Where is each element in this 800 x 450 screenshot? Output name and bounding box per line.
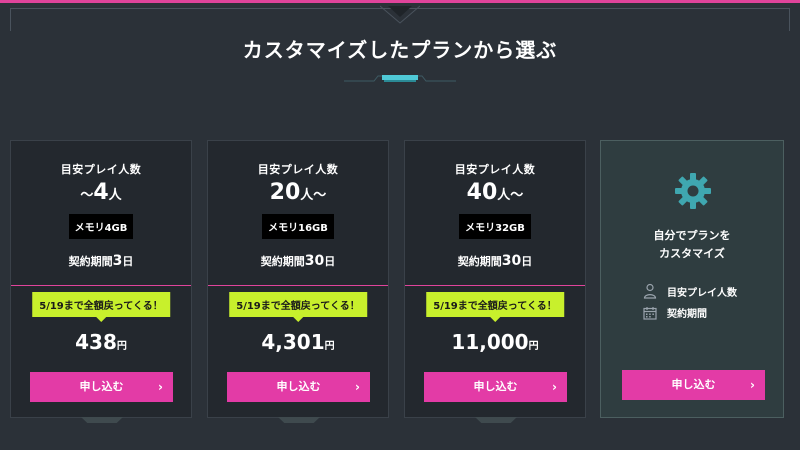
apply-button[interactable]: 申し込む ›	[424, 372, 567, 402]
chevron-right-icon: ›	[158, 380, 163, 394]
section-heading: カスタマイズしたプランから選ぶ	[242, 38, 558, 62]
custom-plan-title: 自分でプランを カスタマイズ	[653, 229, 731, 260]
player-count: 40人〜	[466, 180, 524, 205]
calendar-icon	[643, 306, 657, 320]
chevron-right-icon: ›	[355, 380, 360, 394]
custom-plan-card: 自分でプランを カスタマイズ 目安プレイ人数 契約期間 申し込む ›	[600, 140, 784, 418]
memory-badge: メモリ16GB	[262, 214, 334, 239]
apply-button[interactable]: 申し込む ›	[30, 372, 173, 402]
card-tab	[278, 417, 320, 423]
campaign-badge: 5/19まで全額戻ってくる！	[229, 292, 367, 322]
player-count-label: 目安プレイ人数	[257, 163, 339, 176]
header-notch-icon	[380, 5, 420, 24]
player-count: 20人〜	[269, 180, 327, 205]
contract-term-row: 契約期間	[643, 305, 707, 320]
chevron-right-icon: ›	[552, 380, 557, 394]
plan-card: 目安プレイ人数 40人〜 メモリ32GB 契約期間30日 5/19まで全額戻って…	[404, 140, 586, 423]
plan-card: 目安プレイ人数 〜4人 メモリ4GB 契約期間3日 5/19まで全額戻ってくる！…	[10, 140, 192, 423]
heading-decoration-icon	[344, 75, 456, 82]
memory-badge: メモリ32GB	[459, 214, 531, 239]
card-tab	[81, 417, 123, 423]
player-count-label: 目安プレイ人数	[454, 163, 536, 176]
contract-term: 契約期間30日	[457, 253, 533, 269]
campaign-badge: 5/19まで全額戻ってくる！	[426, 292, 564, 322]
contract-term: 契約期間30日	[260, 253, 336, 269]
price: 438円	[75, 330, 127, 354]
price: 4,301円	[261, 330, 335, 354]
contract-term: 契約期間3日	[68, 253, 134, 269]
player-count-row: 目安プレイ人数	[643, 283, 737, 299]
gear-icon	[675, 173, 711, 209]
apply-button[interactable]: 申し込む ›	[227, 372, 370, 402]
memory-badge: メモリ4GB	[68, 214, 134, 239]
customize-apply-button[interactable]: 申し込む ›	[622, 370, 765, 400]
campaign-badge: 5/19まで全額戻ってくる！	[32, 292, 170, 322]
person-icon	[643, 283, 657, 299]
chevron-right-icon: ›	[750, 378, 755, 392]
player-count: 〜4人	[80, 180, 122, 205]
plan-card: 目安プレイ人数 20人〜 メモリ16GB 契約期間30日 5/19まで全額戻って…	[207, 140, 389, 423]
player-count-label: 目安プレイ人数	[60, 163, 142, 176]
card-tab	[475, 417, 517, 423]
price: 11,000円	[451, 330, 539, 354]
